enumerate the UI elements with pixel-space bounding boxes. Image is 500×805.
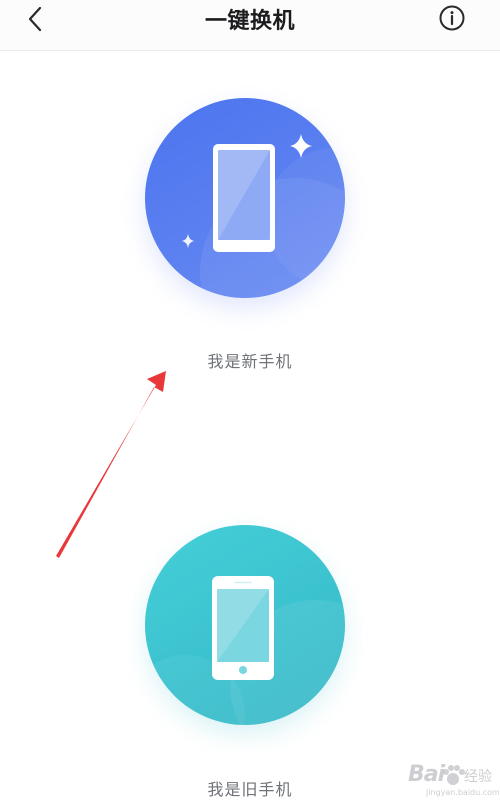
old-phone-option[interactable] (145, 525, 345, 725)
watermark-brand: Bai (408, 762, 445, 787)
page-title: 一键换机 (204, 9, 295, 34)
phone-switch-screen: 一键换机 我是新手机 我是旧手机 Bai 经验 jingyan.baidu.co… (0, 0, 500, 805)
watermark-suffix: 经验 (464, 769, 492, 785)
info-circle-icon (439, 5, 465, 31)
watermark-url: jingyan.baidu.com (426, 788, 500, 797)
phone-old-icon (145, 576, 345, 725)
info-button[interactable] (438, 4, 466, 32)
new-phone-label[interactable]: 我是新手机 (0, 348, 500, 372)
baidu-watermark: Bai 经验 jingyan.baidu.com (386, 754, 500, 802)
top-bar: 一键换机 (0, 0, 500, 51)
new-phone-option[interactable] (145, 98, 345, 298)
phone-new-icon (182, 134, 345, 298)
